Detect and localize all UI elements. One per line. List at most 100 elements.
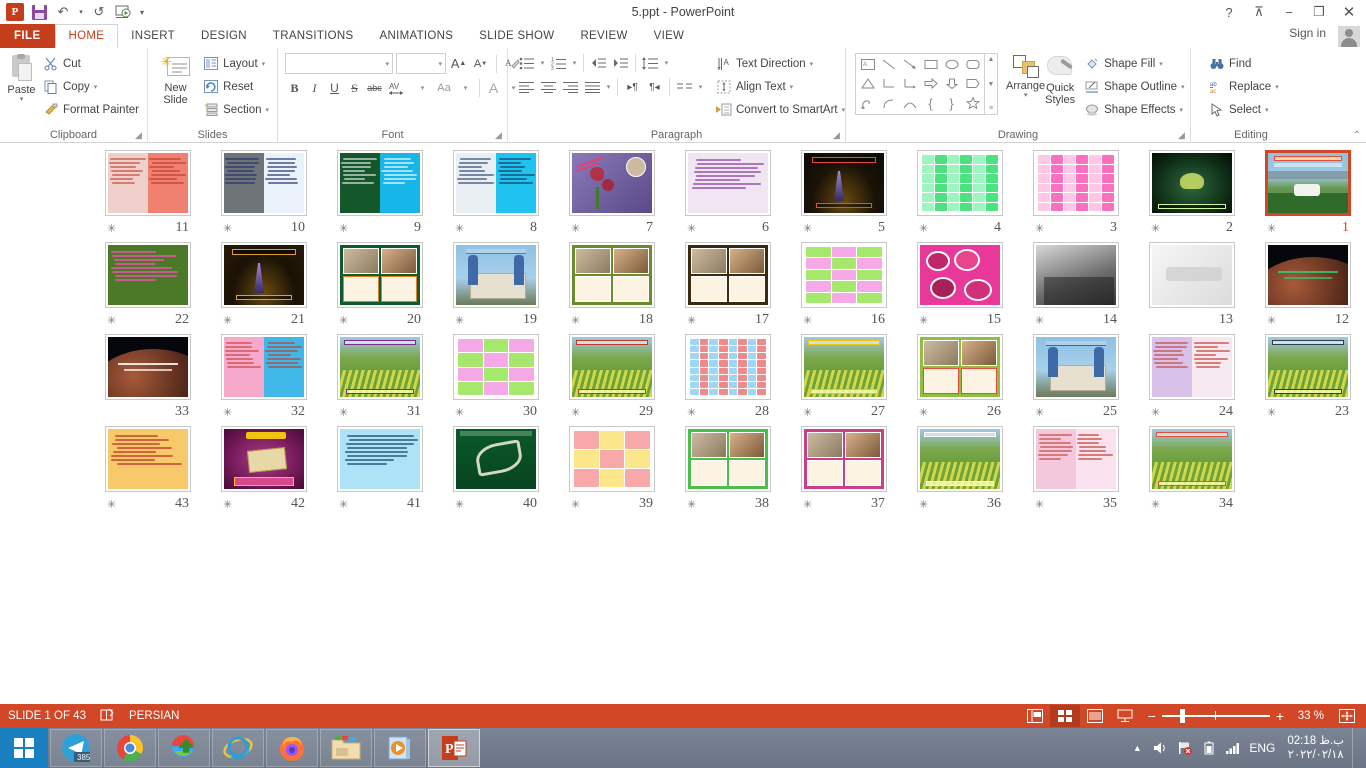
slide-thumbnail-21[interactable]: ✳ 21 xyxy=(206,236,322,328)
slide-thumbnail-26[interactable]: ✳ 26 xyxy=(902,328,1018,420)
sign-in-link[interactable]: Sign in xyxy=(1289,26,1326,40)
slide-thumbnail-42[interactable]: ✳ 42 xyxy=(206,420,322,512)
tab-transitions[interactable]: TRANSITIONS xyxy=(260,24,367,48)
justify-dropdown-icon[interactable]: ▾ xyxy=(604,77,613,97)
paste-button[interactable]: Paste ▾ xyxy=(5,53,38,103)
slide-animation-star-icon[interactable]: ✳ xyxy=(339,406,348,419)
slide-thumbnail-frame[interactable] xyxy=(1149,150,1235,216)
ribbon-tabs[interactable]: FILE HOME INSERT DESIGN TRANSITIONS ANIM… xyxy=(0,24,1366,48)
shape-rectangle-icon[interactable] xyxy=(920,55,941,74)
new-slide-button[interactable]: ✳ New Slide xyxy=(153,53,198,106)
close-button[interactable]: ✕ xyxy=(1334,1,1364,23)
slide-thumbnail-frame[interactable] xyxy=(337,150,423,216)
slide-thumbnail-16[interactable]: ✳ 16 xyxy=(786,236,902,328)
shape-arc-icon[interactable] xyxy=(899,94,920,113)
taskbar-internet-download-manager[interactable] xyxy=(158,729,210,767)
reset-button[interactable]: Reset xyxy=(200,76,272,97)
shapes-gallery-scrollbar[interactable]: ▲ ▼ ≡ xyxy=(985,53,998,115)
slide-animation-star-icon[interactable]: ✳ xyxy=(1151,222,1160,235)
bullets-dropdown-icon[interactable]: ▾ xyxy=(538,53,547,73)
slide-thumbnail-17[interactable]: ✳ 17 xyxy=(670,236,786,328)
tab-view[interactable]: VIEW xyxy=(641,24,698,48)
tab-insert[interactable]: INSERT xyxy=(118,24,188,48)
decrease-font-size-button[interactable]: A▼ xyxy=(471,54,490,74)
layout-button[interactable]: Layout ▾ xyxy=(200,53,272,74)
slide-thumbnail-frame[interactable] xyxy=(1265,150,1351,216)
tab-home[interactable]: HOME xyxy=(55,24,119,48)
slide-animation-star-icon[interactable]: ✳ xyxy=(339,222,348,235)
battery-icon[interactable] xyxy=(1201,740,1217,756)
slide-thumbnail-6[interactable]: ✳ 6 xyxy=(670,144,786,236)
slide-thumbnail-frame[interactable] xyxy=(221,242,307,308)
strikethrough-button[interactable]: abc xyxy=(365,78,384,98)
slide-thumbnail-34[interactable]: ✳ 34 xyxy=(1134,420,1250,512)
slide-thumbnail-frame[interactable] xyxy=(917,150,1003,216)
slide-thumbnail-frame[interactable] xyxy=(917,426,1003,492)
numbering-button[interactable]: 123 xyxy=(548,53,569,73)
columns-dropdown-icon[interactable]: ▾ xyxy=(696,77,705,97)
decrease-indent-button[interactable] xyxy=(588,53,609,73)
volume-icon[interactable] xyxy=(1153,740,1169,756)
notes-icon[interactable] xyxy=(100,708,115,725)
slide-thumbnail-14[interactable]: ✳ 14 xyxy=(1018,236,1134,328)
slide-animation-star-icon[interactable]: ✳ xyxy=(1151,406,1160,419)
shape-rounded-rectangle-icon[interactable] xyxy=(962,55,983,74)
clipboard-dialog-launcher[interactable]: ◢ xyxy=(135,131,144,140)
change-case-dropdown-icon[interactable]: ▾ xyxy=(456,78,475,98)
slide-thumbnail-41[interactable]: ✳ 41 xyxy=(322,420,438,512)
redo-icon[interactable]: ↺ xyxy=(88,2,110,22)
undo-dropdown-icon[interactable]: ▾ xyxy=(76,2,86,22)
paste-dropdown-icon[interactable]: ▾ xyxy=(20,96,24,103)
replace-button[interactable]: abac Replace ▾ xyxy=(1206,76,1282,97)
slide-thumbnail-frame[interactable] xyxy=(453,426,539,492)
slide-thumbnail-12[interactable]: ✳ 12 xyxy=(1250,236,1366,328)
clock[interactable]: 02:18 ب.ظ ۲۰۲۲/۰۲/۱۸ xyxy=(1283,734,1344,762)
align-center-button[interactable] xyxy=(538,77,559,97)
columns-button[interactable] xyxy=(674,77,695,97)
quick-styles-button[interactable]: Quick Styles xyxy=(1045,53,1075,106)
slide-thumbnail-24[interactable]: ✳ 24 xyxy=(1134,328,1250,420)
rtl-direction-button[interactable]: ¶◂ xyxy=(644,77,665,97)
slide-animation-star-icon[interactable]: ✳ xyxy=(803,498,812,511)
start-slideshow-icon[interactable] xyxy=(112,2,134,22)
font-color-button[interactable]: A xyxy=(484,78,503,98)
slide-sorter-view-button[interactable] xyxy=(1050,705,1080,727)
shape-outline-button[interactable]: Shape Outline ▾ xyxy=(1081,76,1187,97)
ltr-direction-button[interactable]: ▸¶ xyxy=(622,77,643,97)
text-direction-dropdown-icon[interactable]: ▾ xyxy=(810,60,814,68)
slide-animation-star-icon[interactable]: ✳ xyxy=(1267,222,1276,235)
font-size-input[interactable]: ▾ xyxy=(396,53,446,74)
shape-curve-icon[interactable] xyxy=(878,94,899,113)
shape-right-arrow-icon[interactable] xyxy=(920,74,941,93)
show-desktop-button[interactable] xyxy=(1352,728,1360,768)
slide-thumbnail-36[interactable]: ✳ 36 xyxy=(902,420,1018,512)
slide-animation-star-icon[interactable]: ✳ xyxy=(455,314,464,327)
find-button[interactable]: Find xyxy=(1206,53,1282,74)
shape-outline-dropdown-icon[interactable]: ▾ xyxy=(1181,83,1185,91)
arrange-dropdown-icon[interactable]: ▾ xyxy=(1024,92,1028,99)
text-shadow-button[interactable]: S xyxy=(345,78,364,98)
slide-animation-star-icon[interactable]: ✳ xyxy=(687,406,696,419)
slide-thumbnail-frame[interactable] xyxy=(1033,242,1119,308)
slide-animation-star-icon[interactable]: ✳ xyxy=(803,406,812,419)
slide-thumbnail-frame[interactable] xyxy=(685,242,771,308)
zoom-out-button[interactable]: − xyxy=(1148,708,1156,724)
slide-thumbnail-frame[interactable] xyxy=(221,426,307,492)
taskbar-chrome[interactable] xyxy=(104,729,156,767)
slide-animation-star-icon[interactable]: ✳ xyxy=(223,498,232,511)
slide-animation-star-icon[interactable]: ✳ xyxy=(919,222,928,235)
language-indicator[interactable]: PERSIAN xyxy=(129,710,180,722)
increase-indent-button[interactable] xyxy=(610,53,631,73)
font-name-input[interactable]: ▾ xyxy=(285,53,393,74)
slide-animation-star-icon[interactable]: ✳ xyxy=(1151,498,1160,511)
shape-elbow-arrow-icon[interactable] xyxy=(899,74,920,93)
slide-thumbnail-8[interactable]: ✳ 8 xyxy=(438,144,554,236)
shape-line-icon[interactable] xyxy=(878,55,899,74)
slide-animation-star-icon[interactable]: ✳ xyxy=(919,406,928,419)
text-direction-button[interactable]: A Text Direction ▾ xyxy=(713,53,848,74)
tab-design[interactable]: DESIGN xyxy=(188,24,260,48)
slide-thumbnail-35[interactable]: ✳ 35 xyxy=(1018,420,1134,512)
slide-thumbnail-25[interactable]: ✳ 25 xyxy=(1018,328,1134,420)
slide-thumbnail-22[interactable]: ✳ 22 xyxy=(90,236,206,328)
slide-animation-star-icon[interactable]: ✳ xyxy=(687,498,696,511)
